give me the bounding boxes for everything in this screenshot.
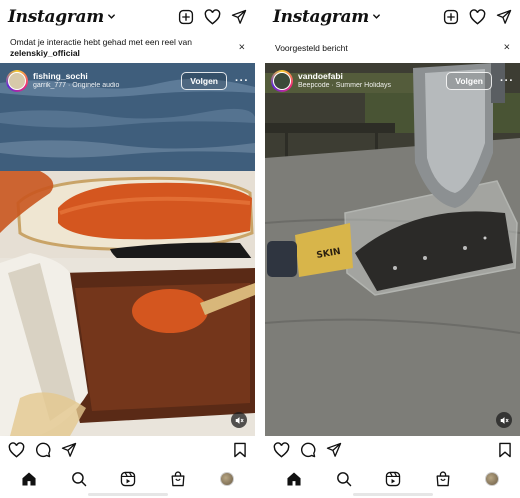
heart-icon[interactable] bbox=[8, 442, 25, 458]
phone-screen-right: Instagram Voorgesteld bericht × SKIN van… bbox=[265, 0, 520, 498]
post-audio-subtitle[interactable]: Beepcode · Summer Holidays bbox=[298, 81, 391, 91]
close-icon[interactable]: × bbox=[239, 42, 245, 54]
share-icon[interactable] bbox=[326, 442, 342, 458]
profile-avatar[interactable] bbox=[220, 472, 235, 486]
banner-text: Voorgesteld bericht bbox=[275, 42, 348, 53]
heart-icon[interactable] bbox=[469, 8, 486, 25]
post-header: vandoefabi Beepcode · Summer Holidays Vo… bbox=[271, 69, 514, 93]
chevron-down-icon[interactable] bbox=[107, 12, 116, 21]
search-icon[interactable] bbox=[71, 471, 87, 487]
post-username[interactable]: vandoefabi bbox=[298, 71, 391, 81]
reels-icon[interactable] bbox=[120, 471, 136, 487]
top-bar: Instagram bbox=[265, 0, 520, 33]
reel-image: SKIN bbox=[265, 63, 520, 436]
search-icon[interactable] bbox=[336, 471, 352, 487]
reel-video[interactable]: fishing_sochi garrik_777 · Originele aud… bbox=[0, 63, 255, 436]
post-actions bbox=[8, 440, 247, 460]
comment-icon[interactable] bbox=[300, 442, 316, 458]
suggestion-banner: Voorgesteld bericht × bbox=[265, 33, 520, 63]
home-icon[interactable] bbox=[21, 471, 37, 487]
follow-button[interactable]: Volgen bbox=[446, 72, 492, 90]
avatar[interactable] bbox=[271, 70, 293, 92]
reels-icon[interactable] bbox=[385, 471, 401, 487]
phone-screen-left: Instagram Omdat je interactie hebt gehad… bbox=[0, 0, 255, 498]
save-icon[interactable] bbox=[498, 442, 512, 458]
suggestion-banner: Omdat je interactie hebt gehad met een r… bbox=[0, 33, 255, 63]
shop-icon[interactable] bbox=[435, 471, 451, 487]
speaker-muted-icon bbox=[235, 416, 244, 424]
mute-button[interactable] bbox=[496, 412, 512, 428]
post-header: fishing_sochi garrik_777 · Originele aud… bbox=[6, 69, 249, 93]
create-icon[interactable] bbox=[178, 9, 194, 25]
avatar[interactable] bbox=[6, 70, 28, 92]
comment-icon[interactable] bbox=[35, 442, 51, 458]
reel-video[interactable]: SKIN vandoefabi Beepcode · Summer Holida… bbox=[265, 63, 520, 436]
home-icon[interactable] bbox=[286, 471, 302, 487]
profile-avatar[interactable] bbox=[485, 472, 500, 486]
bottom-navigation bbox=[0, 466, 255, 492]
send-icon[interactable] bbox=[496, 9, 512, 25]
post-audio-subtitle[interactable]: garrik_777 · Originele audio bbox=[33, 81, 119, 91]
send-icon[interactable] bbox=[231, 9, 247, 25]
create-icon[interactable] bbox=[443, 9, 459, 25]
share-icon[interactable] bbox=[61, 442, 77, 458]
follow-button[interactable]: Volgen bbox=[181, 72, 227, 90]
home-indicator bbox=[87, 493, 168, 496]
home-indicator bbox=[352, 493, 433, 496]
post-actions bbox=[273, 440, 512, 460]
top-bar: Instagram bbox=[0, 0, 255, 33]
shop-icon[interactable] bbox=[170, 471, 186, 487]
post-username[interactable]: fishing_sochi bbox=[33, 71, 119, 81]
speaker-muted-icon bbox=[500, 416, 509, 424]
banner-account-link[interactable]: zelenskiy_official bbox=[10, 48, 80, 58]
close-icon[interactable]: × bbox=[504, 42, 510, 54]
more-options-icon[interactable]: ··· bbox=[500, 75, 514, 87]
bottom-navigation bbox=[265, 466, 520, 492]
save-icon[interactable] bbox=[233, 442, 247, 458]
reel-image bbox=[0, 63, 255, 436]
instagram-logo[interactable]: Instagram bbox=[8, 7, 104, 27]
heart-icon[interactable] bbox=[273, 442, 290, 458]
heart-icon[interactable] bbox=[204, 8, 221, 25]
chevron-down-icon[interactable] bbox=[372, 12, 381, 21]
instagram-logo[interactable]: Instagram bbox=[273, 7, 369, 27]
more-options-icon[interactable]: ··· bbox=[235, 75, 249, 87]
mute-button[interactable] bbox=[231, 412, 247, 428]
banner-text: Omdat je interactie hebt gehad met een r… bbox=[10, 37, 192, 47]
